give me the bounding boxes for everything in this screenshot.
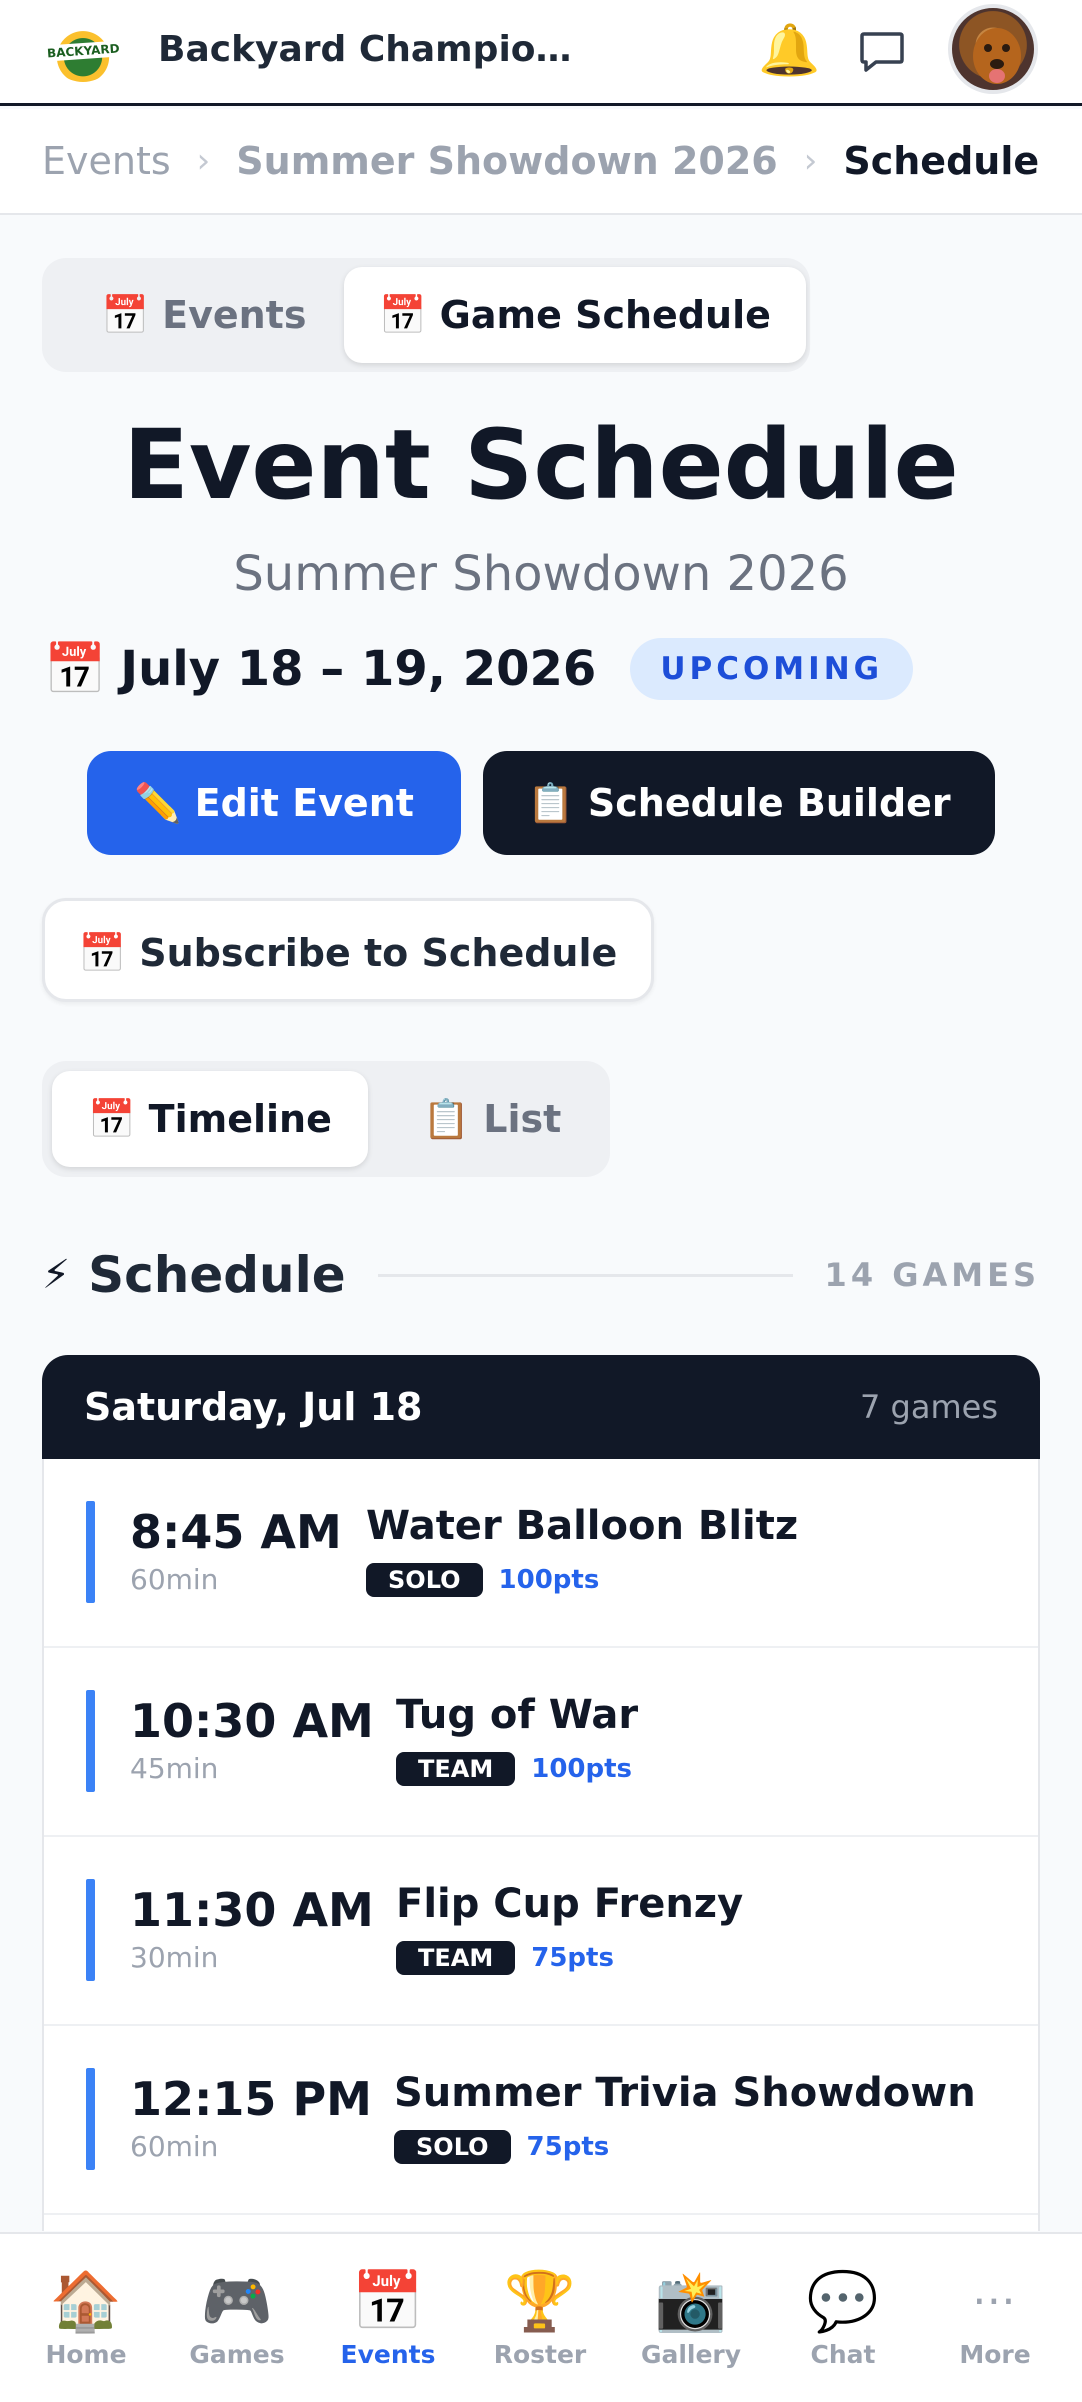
game-type-badge: TEAM <box>396 1941 516 1975</box>
game-row[interactable]: 10:30 AM 45min Tug of War TEAM 100pts <box>44 1648 1038 1837</box>
tab-label: Events <box>162 293 307 337</box>
game-points: 100pts <box>498 1565 600 1595</box>
game-name: Tug of War <box>396 1692 639 1738</box>
nav-more[interactable]: ⋯ More <box>920 2234 1070 2402</box>
more-dots-icon: ⋯ <box>972 2275 1018 2326</box>
game-info: Summer Trivia Showdown SOLO 75pts <box>394 2070 976 2164</box>
nav-home[interactable]: 🏠 Home <box>11 2234 161 2402</box>
tab-events[interactable]: 📅 Events <box>54 267 354 363</box>
page-title: Event Schedule <box>123 409 959 521</box>
tab-label: Game Schedule <box>439 293 771 337</box>
section-title: Schedule <box>88 1246 346 1304</box>
nav-events[interactable]: 📅 Events <box>313 2234 463 2402</box>
view-list[interactable]: 📋 List <box>382 1071 602 1167</box>
game-list: 8:45 AM 60min Water Balloon Blitz SOLO 1… <box>42 1459 1040 2231</box>
day-header[interactable]: Saturday, Jul 18 7 games <box>42 1355 1040 1459</box>
clipboard-icon: 📋 <box>422 1097 471 1141</box>
notifications-bell-icon[interactable]: 🔔 <box>758 20 820 80</box>
game-row[interactable]: 11:30 AM 30min Flip Cup Frenzy TEAM 75pt… <box>44 1837 1038 2026</box>
calendar-icon: 📅 <box>101 293 149 337</box>
day-games-count: 7 games <box>860 1388 998 1426</box>
games-count: 14 GAMES <box>824 1256 1040 1294</box>
schedule-header: ⚡ Schedule 14 GAMES <box>42 1240 1040 1310</box>
game-type-badge: SOLO <box>366 1563 483 1597</box>
chevron-right-icon: › <box>803 141 818 181</box>
nav-gallery[interactable]: 📸 Gallery <box>616 2234 766 2402</box>
calendar-icon: 📅 <box>88 1097 136 1141</box>
edit-event-button[interactable]: ✏️ Edit Event <box>87 751 461 855</box>
timeline-bar <box>86 1879 95 1981</box>
game-time: 10:30 AM <box>130 1694 374 1748</box>
app-title: Backyard Champio… <box>158 29 572 70</box>
calendar-icon: 📅 <box>379 293 427 337</box>
game-info: Tug of War TEAM 100pts <box>396 1692 638 1786</box>
gamepad-icon: 🎮 <box>200 2267 274 2335</box>
tab-game-schedule[interactable]: 📅 Game Schedule <box>344 267 806 363</box>
game-type-badge: TEAM <box>396 1752 516 1786</box>
top-app-bar: BACKYARD Backyard Champio… 🔔 <box>0 0 1082 106</box>
game-duration: 60min <box>130 2130 219 2163</box>
game-name: Flip Cup Frenzy <box>396 1881 744 1927</box>
game-name: Summer Trivia Showdown <box>394 2070 976 2116</box>
lightning-icon: ⚡ <box>42 1252 71 1298</box>
section-tabs: 📅 Events 📅 Game Schedule <box>42 258 810 372</box>
nav-label: Games <box>189 2340 285 2369</box>
date-range: July 18 – 19, 2026 <box>120 641 597 697</box>
schedule-builder-button[interactable]: 📋 Schedule Builder <box>483 751 995 855</box>
breadcrumb-event[interactable]: Summer Showdown 2026 <box>236 139 777 183</box>
game-info: Water Balloon Blitz SOLO 100pts <box>366 1503 798 1597</box>
divider <box>377 1273 793 1277</box>
house-icon: 🏠 <box>49 2267 123 2335</box>
game-row[interactable]: 12:15 PM 60min Summer Trivia Showdown SO… <box>44 2026 1038 2215</box>
game-points: 75pts <box>531 1943 614 1973</box>
trophy-icon: 🏆 <box>503 2267 577 2335</box>
logo-text: BACKYARD <box>44 40 122 62</box>
game-time: 8:45 AM <box>130 1505 342 1559</box>
timeline-bar <box>86 1690 95 1792</box>
calendar-icon: 📅 <box>351 2267 425 2335</box>
breadcrumb: Events › Summer Showdown 2026 › Schedule <box>0 109 1082 215</box>
view-label: Timeline <box>148 1097 332 1141</box>
timeline-bar <box>86 2068 95 2170</box>
view-label: List <box>483 1097 562 1141</box>
status-badge: UPCOMING <box>630 638 914 700</box>
nav-roster[interactable]: 🏆 Roster <box>465 2234 615 2402</box>
timeline-bar <box>86 1501 95 1603</box>
bottom-navigation: 🏠 Home 🎮 Games 📅 Events 🏆 Roster 📸 Galle… <box>0 2232 1082 2402</box>
chevron-right-icon: › <box>196 141 211 181</box>
game-time: 12:15 PM <box>130 2072 372 2126</box>
nav-label: Roster <box>493 2340 587 2369</box>
breadcrumb-events[interactable]: Events <box>42 139 171 183</box>
messages-icon[interactable] <box>856 26 908 78</box>
subscribe-schedule-button[interactable]: 📅 Subscribe to Schedule <box>42 898 654 1002</box>
chat-bubble-icon: 💬 <box>806 2267 880 2335</box>
event-dates: 📅 July 18 – 19, 2026 UPCOMING <box>44 634 914 704</box>
camera-icon: 📸 <box>654 2267 728 2335</box>
nav-label: More <box>959 2340 1031 2369</box>
game-name: Water Balloon Blitz <box>366 1503 799 1549</box>
nav-label: Home <box>45 2340 127 2369</box>
event-name: Summer Showdown 2026 <box>233 546 849 602</box>
game-points: 75pts <box>526 2132 610 2162</box>
game-points: 100pts <box>531 1754 633 1784</box>
game-info: Flip Cup Frenzy TEAM 75pts <box>396 1881 743 1975</box>
game-time: 11:30 AM <box>130 1883 374 1937</box>
view-toggle: 📅 Timeline 📋 List <box>42 1061 610 1177</box>
nav-chat[interactable]: 💬 Chat <box>768 2234 918 2402</box>
view-timeline[interactable]: 📅 Timeline <box>52 1071 368 1167</box>
user-avatar[interactable] <box>948 4 1038 94</box>
app-logo[interactable]: BACKYARD <box>44 20 122 82</box>
nav-label: Events <box>340 2340 436 2369</box>
game-duration: 45min <box>130 1752 219 1785</box>
nav-games[interactable]: 🎮 Games <box>162 2234 312 2402</box>
calendar-icon: 📅 <box>44 639 107 698</box>
game-row[interactable]: 8:45 AM 60min Water Balloon Blitz SOLO 1… <box>44 1459 1038 1648</box>
day-title: Saturday, Jul 18 <box>84 1385 423 1429</box>
nav-label: Gallery <box>640 2340 742 2369</box>
game-duration: 30min <box>130 1941 219 1974</box>
nav-label: Chat <box>810 2340 876 2369</box>
game-type-badge: SOLO <box>394 2130 511 2164</box>
breadcrumb-current: Schedule <box>843 139 1040 183</box>
game-duration: 60min <box>130 1563 219 1596</box>
